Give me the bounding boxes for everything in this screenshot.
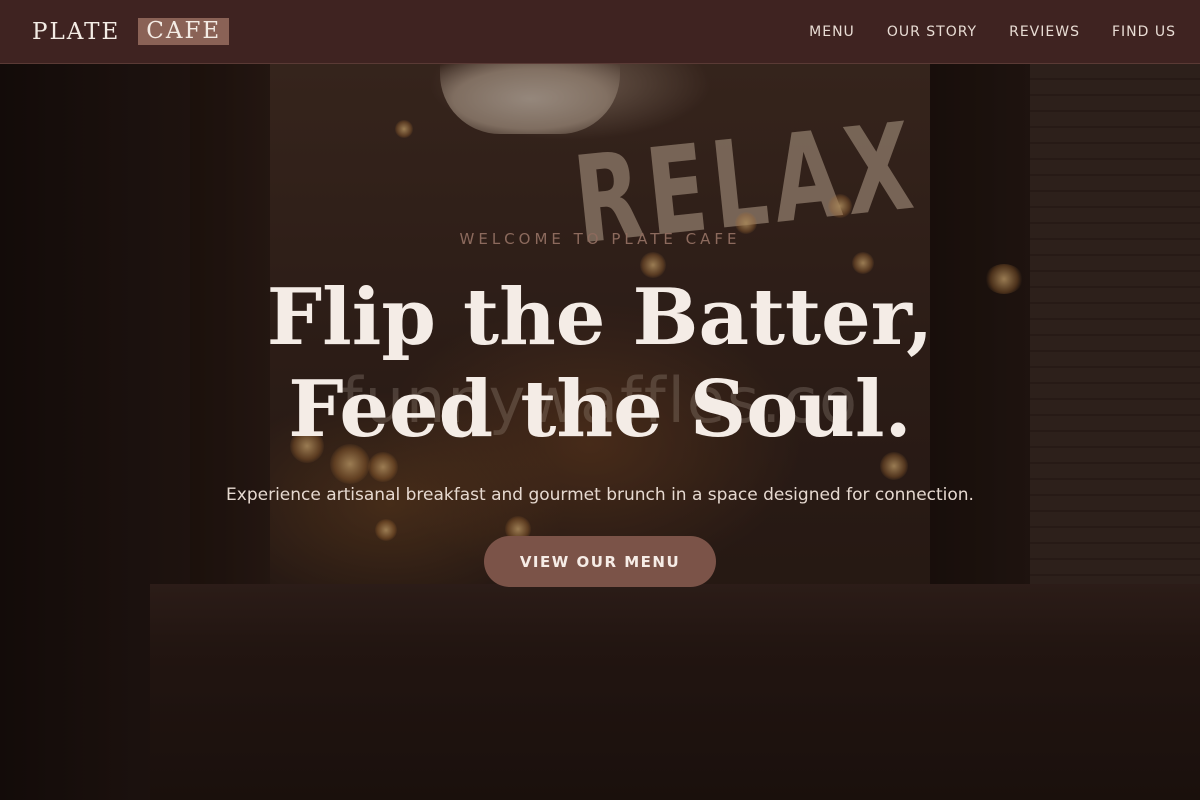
logo-text-plate: PLATE [32,18,121,45]
main-nav: MENU OUR STORY REVIEWS FIND US [777,24,1176,40]
nav-link-menu[interactable]: MENU [809,24,855,40]
view-menu-button[interactable]: VIEW OUR MENU [484,536,716,587]
headline-line-1: Flip the Batter, [266,272,934,363]
nav-link-our-story[interactable]: OUR STORY [887,24,977,40]
site-logo[interactable]: PLATE CAFE [32,18,230,45]
hero-content: WELCOME TO PLATE CAFE funnywaffles.co Fl… [0,64,1200,800]
logo-text-cafe: CAFE [138,18,230,45]
headline-line-2: Feed the Soul. [288,364,912,455]
site-header: PLATE CAFE MENU OUR STORY REVIEWS FIND U… [0,0,1200,64]
hero-subtitle: Experience artisanal breakfast and gourm… [226,485,974,505]
nav-link-reviews[interactable]: REVIEWS [1009,24,1080,40]
hero-eyebrow: WELCOME TO PLATE CAFE [459,230,741,248]
hero-headline: Flip the Batter, Feed the Soul. [0,272,1200,456]
nav-link-find-us[interactable]: FIND US [1112,24,1176,40]
